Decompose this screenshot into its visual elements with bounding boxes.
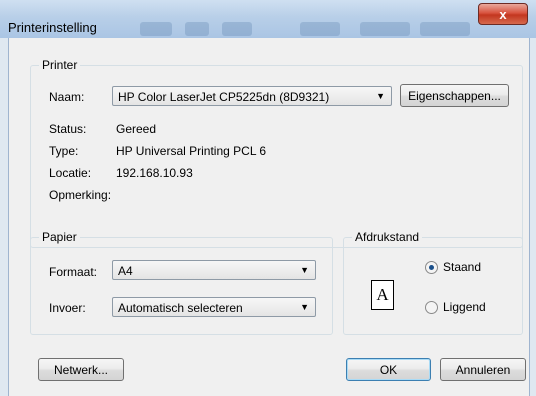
dialog-body: Printer Naam: HP Color LaserJet CP5225dn… (8, 38, 530, 396)
network-button[interactable]: Netwerk... (38, 358, 124, 381)
paper-group: Papier (30, 230, 333, 335)
background-blur (222, 22, 252, 36)
landscape-label[interactable]: Liggend (443, 300, 486, 314)
chevron-down-icon: ▼ (376, 91, 385, 101)
cancel-button-label: Annuleren (455, 362, 511, 377)
comment-label: Opmerking: (49, 188, 112, 202)
paper-group-legend: Papier (39, 230, 80, 244)
source-label: Invoer: (49, 301, 86, 315)
window-title: Printerinstelling (8, 20, 97, 35)
location-value: 192.168.10.93 (116, 166, 193, 180)
chevron-down-icon: ▼ (300, 302, 309, 312)
portrait-radio[interactable] (425, 261, 438, 274)
type-value: HP Universal Printing PCL 6 (116, 144, 267, 158)
source-select[interactable]: Automatisch selecteren ▼ (112, 297, 316, 317)
ok-button-label: OK (379, 362, 398, 377)
printer-name-value: HP Color LaserJet CP5225dn (8D9321) (118, 90, 330, 104)
status-label: Status: (49, 122, 87, 136)
format-label: Formaat: (49, 265, 98, 279)
location-label: Locatie: (49, 166, 92, 180)
properties-button[interactable]: Eigenschappen... (400, 84, 509, 107)
orientation-group: Afdrukstand (343, 230, 523, 335)
properties-button-label: Eigenschappen... (408, 88, 501, 103)
printer-name-select[interactable]: HP Color LaserJet CP5225dn (8D9321) ▼ (112, 86, 392, 106)
ok-button[interactable]: OK (346, 358, 431, 381)
format-select[interactable]: A4 ▼ (112, 260, 316, 280)
close-icon: x (499, 6, 507, 22)
network-button-label: Netwerk... (53, 362, 108, 377)
background-blur (140, 22, 172, 36)
landscape-radio[interactable] (425, 301, 438, 314)
portrait-page-icon: A (371, 280, 394, 310)
printer-group-legend: Printer (39, 58, 81, 72)
close-button[interactable]: x (478, 3, 528, 25)
type-label: Type: (49, 144, 79, 158)
cancel-button[interactable]: Annuleren (440, 358, 526, 381)
printer-name-label: Naam: (49, 90, 85, 104)
format-value: A4 (118, 264, 133, 278)
title-bar[interactable]: Printerinstelling x (0, 0, 536, 38)
orientation-group-legend: Afdrukstand (352, 230, 423, 244)
background-blur (360, 22, 410, 36)
source-value: Automatisch selecteren (118, 301, 243, 315)
status-value: Gereed (116, 122, 157, 136)
background-blur (420, 22, 470, 36)
background-blur (300, 22, 340, 36)
page-letter-icon: A (376, 285, 389, 304)
radio-selected-dot (429, 265, 434, 270)
chevron-down-icon: ▼ (300, 265, 309, 275)
portrait-label[interactable]: Staand (443, 260, 481, 274)
background-blur (185, 22, 209, 36)
